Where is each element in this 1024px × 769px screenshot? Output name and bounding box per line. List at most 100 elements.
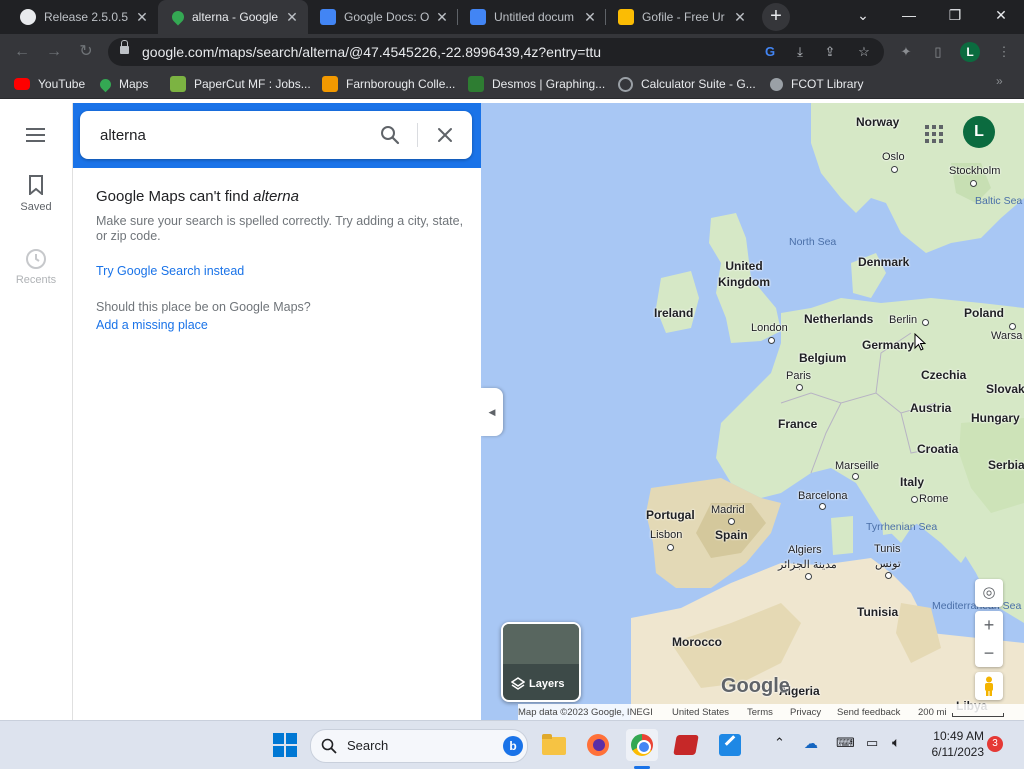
more-bookmarks-icon[interactable]: » xyxy=(996,74,1003,88)
map-city-algiers-arabic: مدينة الجزائر xyxy=(778,559,837,571)
zoom-in-button[interactable]: + xyxy=(975,611,1003,639)
bookmark-youtube[interactable]: YouTube xyxy=(14,76,85,92)
map-footer: Map data ©2023 Google, INEGI United Stat… xyxy=(518,704,1024,720)
close-tab-icon[interactable]: ✕ xyxy=(134,9,150,25)
search-icon[interactable] xyxy=(380,125,400,145)
bookmark-star-icon[interactable]: ☆ xyxy=(856,44,872,60)
url-text: google.com/maps/search/alterna/@47.45452… xyxy=(142,44,602,60)
paint-app-icon[interactable] xyxy=(714,729,746,761)
bookmark-papercut[interactable]: PaperCut MF : Jobs... xyxy=(170,76,311,92)
no-results-title-text: Google Maps can't find xyxy=(96,188,254,205)
terms-link[interactable]: Terms xyxy=(747,707,773,718)
tab-gofile[interactable]: Gofile - Free Ur ✕ xyxy=(606,0,756,34)
tab-google-docs[interactable]: Google Docs: O ✕ xyxy=(308,0,458,34)
tab-google-maps[interactable]: alterna - Google ✕ xyxy=(158,0,308,34)
map-city-madrid: Madrid xyxy=(711,504,745,516)
back-button[interactable]: ← xyxy=(10,40,34,64)
bookmark-fcot-library[interactable]: FCOT Library xyxy=(770,76,863,92)
onedrive-icon[interactable]: ☁ xyxy=(804,735,818,752)
globe-icon xyxy=(770,77,783,91)
tab-title: Release 2.5.0.5 xyxy=(44,10,129,24)
lock-icon xyxy=(120,40,129,54)
privacy-link[interactable]: Privacy xyxy=(790,707,821,718)
google-docs-icon xyxy=(320,9,336,25)
clock[interactable]: 10:49 AM 6/11/2023 xyxy=(918,728,985,760)
close-icon[interactable] xyxy=(437,127,453,143)
recents-button[interactable]: Recents xyxy=(0,248,72,286)
close-window-button[interactable]: ✕ xyxy=(978,0,1024,30)
map-city-rome: Rome xyxy=(919,493,949,505)
show-hidden-icons[interactable]: ⌃ xyxy=(774,735,785,751)
notification-badge[interactable]: 3 xyxy=(987,736,1003,752)
new-tab-button[interactable]: + xyxy=(762,3,790,31)
tab-search-button[interactable]: ⌄ xyxy=(840,0,886,30)
extensions-icon[interactable]: ✦ xyxy=(898,44,914,60)
close-tab-icon[interactable]: ✕ xyxy=(434,9,450,25)
map-sea-baltic-sea: Baltic Sea xyxy=(975,195,1023,207)
restore-button[interactable]: ❐ xyxy=(932,0,978,30)
zoom-controls: + − xyxy=(975,611,1003,667)
close-tab-icon[interactable]: ✕ xyxy=(732,9,748,25)
app-icon-red[interactable] xyxy=(670,729,702,761)
map-canvas[interactable]: Norway Denmark United Kingdom Ireland Ne… xyxy=(481,103,1024,720)
collapse-panel-button[interactable]: ◀ xyxy=(481,388,503,436)
saved-button[interactable]: Saved xyxy=(0,175,72,213)
google-lens-icon[interactable]: G xyxy=(762,44,778,60)
bookmark-farnborough[interactable]: Farnborough Colle... xyxy=(322,76,455,92)
gofile-icon xyxy=(618,9,634,25)
menu-kebab-icon[interactable]: ⋮ xyxy=(996,44,1012,60)
firefox-icon[interactable] xyxy=(582,729,614,761)
network-icon[interactable]: ▭ xyxy=(866,735,878,751)
tab-title: alterna - Google xyxy=(192,10,279,24)
map-city-oslo: Oslo xyxy=(882,151,905,163)
side-panel-icon[interactable]: ▯ xyxy=(930,44,946,60)
volume-icon[interactable]: 🔈︎ xyxy=(892,734,900,751)
tab-github-release[interactable]: Release 2.5.0.5 ✕ xyxy=(8,0,158,34)
close-tab-icon[interactable]: ✕ xyxy=(284,9,300,25)
zoom-out-button[interactable]: − xyxy=(975,639,1003,667)
no-results-query: alterna xyxy=(253,188,299,205)
profile-avatar[interactable]: L xyxy=(960,42,980,62)
install-app-icon[interactable]: ⤓ xyxy=(792,44,808,60)
region-link[interactable]: United States xyxy=(672,707,729,718)
docs-icon xyxy=(470,9,486,25)
close-tab-icon[interactable]: ✕ xyxy=(582,9,598,25)
account-avatar[interactable]: L xyxy=(963,116,995,148)
street-view-pegman-button[interactable] xyxy=(975,672,1003,700)
keyboard-icon[interactable]: ⌨ xyxy=(836,735,855,751)
windows-taskbar: Search b ⌃ ☁ ⌨ ▭ 🔈︎ 10:49 AM 6/11/2023 3 xyxy=(0,720,1024,769)
address-bar[interactable]: google.com/maps/search/alterna/@47.45452… xyxy=(108,38,884,66)
pegman-icon xyxy=(985,676,993,696)
bookmark-label: Farnborough Colle... xyxy=(346,77,456,91)
search-input[interactable] xyxy=(100,125,370,145)
map-city-london: London xyxy=(751,322,788,334)
share-icon[interactable]: ⇪ xyxy=(822,44,838,60)
bookmark-maps[interactable]: Maps xyxy=(97,76,148,92)
layers-button[interactable]: Layers xyxy=(501,622,581,702)
forward-button[interactable]: → xyxy=(42,40,66,64)
map-city-stockholm: Stockholm xyxy=(949,165,1001,177)
geogebra-icon xyxy=(618,76,633,92)
bookmark-label: YouTube xyxy=(38,77,86,91)
try-google-search-link[interactable]: Try Google Search instead xyxy=(96,264,244,278)
send-feedback-link[interactable]: Send feedback xyxy=(837,707,900,718)
map-city-berlin: Berlin xyxy=(889,314,918,326)
minimize-button[interactable]: — xyxy=(886,0,932,30)
map-data-attribution[interactable]: Map data ©2023 Google, INEGI xyxy=(518,707,653,718)
my-location-button[interactable]: ◎ xyxy=(975,579,1003,607)
google-logo: Google xyxy=(721,675,790,697)
file-explorer-icon[interactable] xyxy=(538,729,570,761)
google-apps-icon[interactable] xyxy=(925,125,943,143)
reload-button[interactable]: ↻ xyxy=(74,40,98,64)
chrome-icon[interactable] xyxy=(626,729,658,769)
bookmark-desmos[interactable]: Desmos | Graphing... xyxy=(468,76,605,92)
tab-untitled-document[interactable]: Untitled docum ✕ xyxy=(458,0,606,34)
bing-icon[interactable]: b xyxy=(503,736,523,756)
add-missing-place-link[interactable]: Add a missing place xyxy=(96,318,208,332)
menu-hamburger-icon[interactable] xyxy=(0,125,72,145)
scale-label[interactable]: 200 mi xyxy=(918,707,947,718)
map-city-barcelona: Barcelona xyxy=(798,490,848,502)
bookmark-calculator-suite[interactable]: Calculator Suite - G... xyxy=(618,76,756,92)
windows-start-icon[interactable] xyxy=(273,733,297,757)
taskbar-search[interactable]: Search b xyxy=(310,729,528,763)
